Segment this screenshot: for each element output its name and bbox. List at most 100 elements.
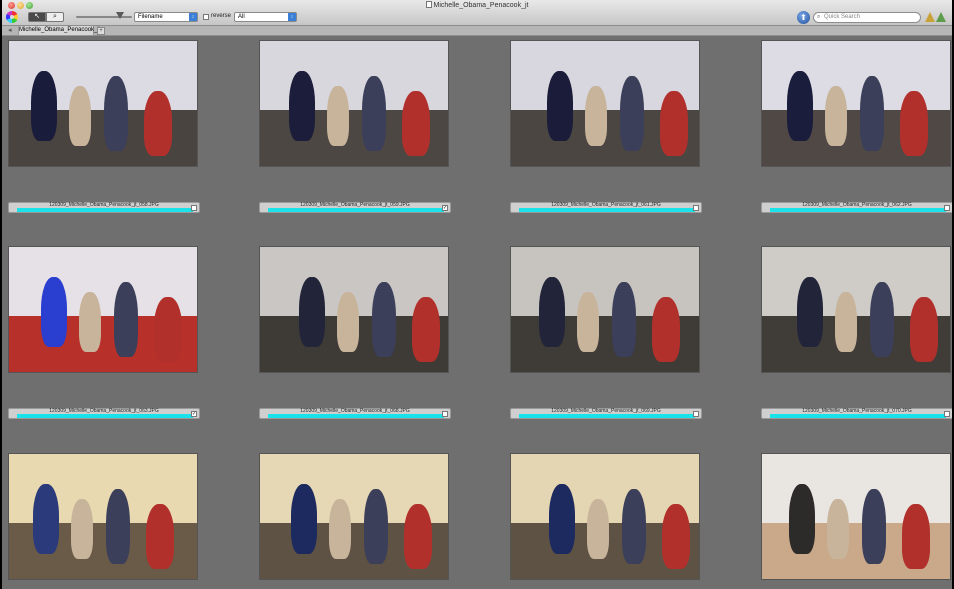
reverse-checkbox[interactable] xyxy=(203,14,209,20)
window-title-text: Michelle_Obama_Penacook_jt xyxy=(433,2,529,9)
photo-figure xyxy=(910,297,938,362)
photo-figure xyxy=(585,86,607,146)
photo-figure xyxy=(900,91,928,156)
photo-figure xyxy=(289,71,315,141)
photo-figure xyxy=(69,86,91,146)
photo-figure xyxy=(41,277,67,347)
thumbnail-image[interactable] xyxy=(259,40,449,167)
warning-triangle-icon[interactable] xyxy=(925,12,935,22)
color-label-bar xyxy=(268,414,444,418)
photo-figure xyxy=(33,484,59,554)
photo-figure xyxy=(402,91,430,156)
photo-preview xyxy=(9,41,197,166)
thumbnail-image[interactable] xyxy=(761,246,951,373)
thumbnail-caption[interactable]: 120309_Michelle_Obama_Penacook_jt_062.JP… xyxy=(761,202,952,213)
app-logo-icon[interactable] xyxy=(6,11,18,23)
photo-figure xyxy=(114,282,138,357)
photo-figure xyxy=(827,499,849,559)
thumbnail-image[interactable] xyxy=(761,453,951,580)
thumbnail-image[interactable] xyxy=(761,40,951,167)
quick-search-input[interactable]: ⌕ Quick Search xyxy=(813,12,921,23)
search-icon: ⌕ xyxy=(817,14,821,20)
photo-figure xyxy=(291,484,317,554)
photo-figure xyxy=(652,297,680,362)
photo-figure xyxy=(797,277,823,347)
photo-figure xyxy=(862,489,886,564)
thumbnail-image[interactable] xyxy=(8,453,198,580)
photo-figure xyxy=(825,86,847,146)
home-icon[interactable]: ◂ xyxy=(8,27,12,35)
photo-figure xyxy=(106,489,130,564)
window-title: Michelle_Obama_Penacook_jt xyxy=(2,1,952,9)
sort-by-value: Filename xyxy=(138,14,163,20)
photo-figure xyxy=(577,292,599,352)
tab-bar: ◂ Michelle_Obama_Penacook_jt + xyxy=(2,26,952,36)
label-triangle-icon[interactable] xyxy=(936,12,946,22)
photo-figure xyxy=(539,277,565,347)
select-checkbox[interactable] xyxy=(693,411,699,417)
photo-preview xyxy=(260,41,448,166)
thumbnail-caption[interactable]: 120309_Michelle_Obama_Penacook_jt_061.JP… xyxy=(510,202,702,213)
photo-preview xyxy=(260,247,448,372)
photo-figure xyxy=(412,297,440,362)
select-arrows-icon: ↕ xyxy=(189,13,197,21)
photo-figure xyxy=(79,292,101,352)
select-checkbox[interactable] xyxy=(944,205,950,211)
photo-figure xyxy=(362,76,386,151)
photo-figure xyxy=(31,71,57,141)
color-label-bar xyxy=(17,414,193,418)
select-checkbox[interactable] xyxy=(944,411,950,417)
color-label-bar xyxy=(519,208,695,212)
thumbnail-image[interactable] xyxy=(510,40,700,167)
select-checkbox[interactable] xyxy=(693,205,699,211)
navigation-arrow-icon[interactable]: ⬆ xyxy=(797,11,810,24)
photo-preview xyxy=(511,41,699,166)
filter-select[interactable]: All ↕ xyxy=(234,12,297,22)
thumbnail-image[interactable] xyxy=(259,246,449,373)
thumbnail-image[interactable] xyxy=(510,453,700,580)
zoom-slider-thumb[interactable] xyxy=(116,12,124,19)
photo-preview xyxy=(9,247,197,372)
color-label-bar xyxy=(519,414,695,418)
photo-preview xyxy=(511,247,699,372)
thumbnail-caption[interactable]: 120309_Michelle_Obama_Penacook_jt_068.JP… xyxy=(259,408,451,419)
select-checkbox[interactable]: ✓ xyxy=(442,205,448,211)
magnifier-tool-button[interactable]: ⌕ xyxy=(46,12,64,22)
photo-figure xyxy=(146,504,174,569)
photo-figure xyxy=(660,91,688,156)
filter-value: All xyxy=(238,14,245,20)
thumbnail-image[interactable] xyxy=(8,40,198,167)
thumbnail-grid: 120309_Michelle_Obama_Penacook_jt_058.JP… xyxy=(2,37,952,589)
select-arrows-icon: ↕ xyxy=(288,13,296,21)
thumbnail-image[interactable] xyxy=(510,246,700,373)
reverse-label: reverse xyxy=(211,13,232,19)
thumbnail-caption[interactable]: 120309_Michelle_Obama_Penacook_jt_070.JP… xyxy=(761,408,952,419)
photo-figure xyxy=(902,504,930,569)
color-label-bar xyxy=(17,208,193,212)
select-checkbox[interactable]: ✓ xyxy=(191,411,197,417)
add-tab-button[interactable]: + xyxy=(97,27,105,35)
thumbnail-image[interactable] xyxy=(259,453,449,580)
thumbnail-caption[interactable]: 120309_Michelle_Obama_Penacook_jt_069.JP… xyxy=(510,408,702,419)
pointer-tool-button[interactable]: ↖ xyxy=(28,12,46,22)
thumbnail-caption[interactable]: 120309_Michelle_Obama_Penacook_jt_058.JP… xyxy=(8,202,200,213)
photo-figure xyxy=(329,499,351,559)
thumbnail-image[interactable] xyxy=(8,246,198,373)
pointer-icon: ↖ xyxy=(34,13,40,20)
photo-preview xyxy=(762,41,950,166)
photo-figure xyxy=(547,71,573,141)
tab-folder[interactable]: Michelle_Obama_Penacook_jt xyxy=(18,26,100,36)
sort-by-select[interactable]: Filename ↕ xyxy=(134,12,198,22)
photo-figure xyxy=(372,282,396,357)
photo-figure xyxy=(337,292,359,352)
select-checkbox[interactable] xyxy=(191,205,197,211)
photo-figure xyxy=(154,297,182,362)
photo-preview xyxy=(511,454,699,579)
thumbnail-caption[interactable]: 120309_Michelle_Obama_Penacook_jt_059.JP… xyxy=(259,202,451,213)
photo-figure xyxy=(612,282,636,357)
color-label-bar xyxy=(268,208,444,212)
thumbnail-caption[interactable]: 120309_Michelle_Obama_Penacook_jt_063.JP… xyxy=(8,408,200,419)
photo-figure xyxy=(870,282,894,357)
select-checkbox[interactable] xyxy=(442,411,448,417)
photo-figure xyxy=(327,86,349,146)
